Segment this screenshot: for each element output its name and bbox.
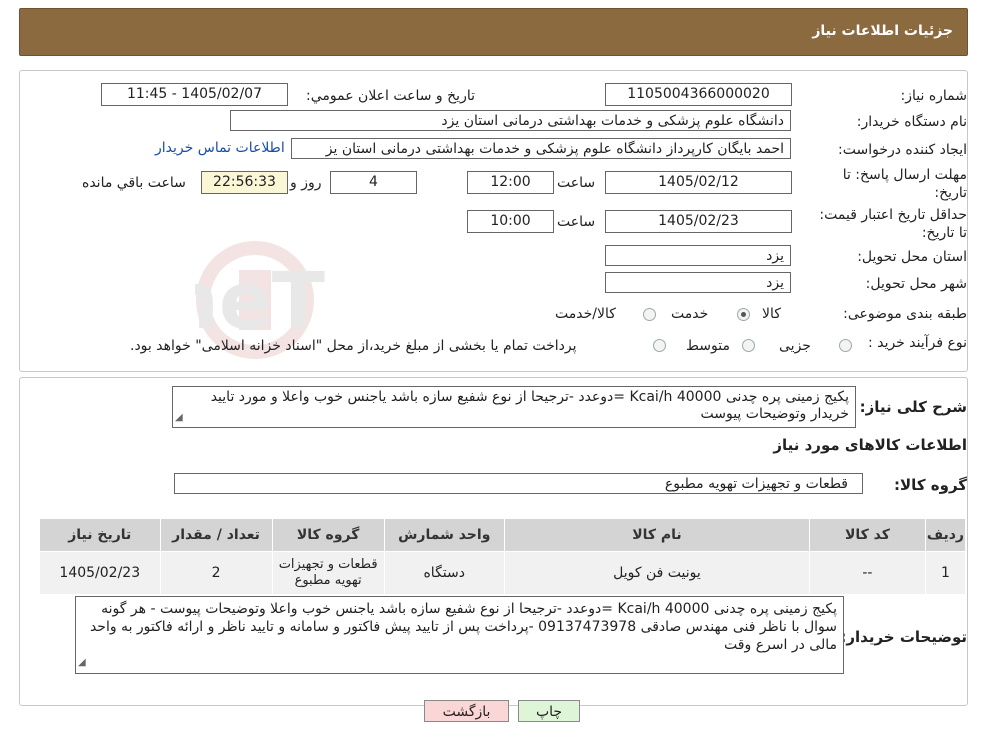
buyer-notes-label: توضيحات خريدار:: [840, 628, 967, 646]
remaining-label: ساعت باقي مانده: [82, 175, 186, 191]
days-field: 4: [330, 171, 417, 194]
category-option-service-label: خدمت: [671, 306, 709, 322]
description-textarea[interactable]: پکیج زمینی پره چدنی Kcai/h 40000 =دوعدد …: [172, 386, 856, 428]
deadline-time-field: 12:00: [467, 171, 554, 194]
resize-grip-icon[interactable]: ◢: [175, 409, 183, 426]
col-row-header: رديف: [924, 518, 967, 552]
resize-grip-icon[interactable]: ◢: [78, 654, 86, 672]
page-title: جزئیات اطلاعات نیاز: [812, 23, 953, 39]
col-group-header: گروه کالا: [271, 518, 385, 552]
goods-section-title: اطلاعات کالاهای مورد نياز: [773, 436, 967, 454]
process-note: پرداخت تمام یا بخشی از مبلغ خرید،از محل …: [130, 338, 577, 354]
col-qty-header: تعداد / مقدار: [159, 518, 273, 552]
col-code-header: کد کالا: [809, 518, 926, 552]
buyer-org-label: نام دستگاه خريدار:: [856, 114, 967, 130]
cell-qty: 2: [159, 551, 273, 595]
city-field: یزد: [605, 272, 791, 293]
validity-time-field: 10:00: [467, 210, 554, 233]
remaining-time-field: 22:56:33: [201, 171, 288, 194]
validity-label: حداقل تاريخ اعتبار قيمت: تا تاریخ:: [807, 206, 967, 242]
process-label: نوع فرآیند خرید :: [868, 335, 967, 351]
category-option-goods-radio[interactable]: [737, 308, 750, 321]
city-label: شهر محل تحويل:: [865, 276, 967, 292]
table-row: 1 -- یونیت فن کویل دستگاه قطعات و تجهیزا…: [39, 551, 967, 595]
cell-unit: دستگاه: [383, 551, 505, 595]
days-label: روز و: [290, 175, 322, 191]
announce-label: تاريخ و ساعت اعلان عمومي:: [306, 88, 475, 104]
buyer-org-field: دانشگاه علوم پزشکی و خدمات بهداشتی درمان…: [230, 110, 791, 131]
items-table: رديف کد کالا نام کالا واحد شمارش گروه کا…: [39, 518, 967, 595]
contact-info-link[interactable]: اطلاعات تماس خريدار: [155, 140, 285, 156]
announce-field: 1405/02/07 - 11:45: [101, 83, 288, 106]
col-date-header: تاريخ نياز: [39, 518, 161, 552]
need-number-field: 1105004366000020: [605, 83, 792, 106]
creator-field: احمد بایگان کارپرداز دانشگاه علوم پزشکی …: [291, 138, 791, 159]
province-label: استان محل تحويل:: [857, 249, 967, 265]
deadline-label-text: مهلت ارسال پاسخ: تا تاریخ:: [842, 167, 967, 201]
deadline-time-label: ساعت: [557, 175, 596, 191]
category-option-both-label: کالا/خدمت: [555, 306, 616, 322]
print-button[interactable]: چاپ: [518, 700, 580, 722]
category-option-service-radio[interactable]: [643, 308, 656, 321]
process-option-medium-label: متوسط: [686, 338, 730, 354]
page-header: جزئیات اطلاعات نیاز: [19, 8, 968, 56]
category-label: طبقه بندی موضوعی:: [843, 306, 967, 322]
description-text: پکیج زمینی پره چدنی Kcai/h 40000 =دوعدد …: [210, 389, 849, 422]
deadline-date-field: 1405/02/12: [605, 171, 792, 194]
category-option-goods-label: کالا: [762, 306, 781, 322]
cell-name: یونیت فن کویل: [503, 551, 811, 595]
validity-time-label: ساعت: [557, 214, 596, 230]
process-option-partial-radio[interactable]: [839, 339, 852, 352]
process-option-partial-label: جزیی: [779, 338, 811, 354]
need-number-label: شماره نیاز:: [900, 88, 968, 104]
cell-date: 1405/02/23: [39, 551, 161, 595]
cell-code: --: [809, 551, 926, 595]
buyer-notes-text: پکیج زمینی پره چدنی Kcai/h 40000 =دوعدد …: [89, 601, 837, 653]
province-field: یزد: [605, 245, 791, 266]
validity-label-text: حداقل تاريخ اعتبار قيمت: تا تاریخ:: [819, 207, 967, 241]
process-option-medium-radio[interactable]: [742, 339, 755, 352]
col-unit-header: واحد شمارش: [383, 518, 505, 552]
validity-date-field: 1405/02/23: [605, 210, 792, 233]
goods-group-field: قطعات و تجهیزات تهویه مطبوع: [174, 473, 863, 494]
cell-group: قطعات و تجهیزات تهویه مطبوع: [271, 551, 385, 595]
cell-row: 1: [924, 551, 967, 595]
col-name-header: نام کالا: [503, 518, 811, 552]
process-option-treasury-radio[interactable]: [653, 339, 666, 352]
goods-group-label: گروه کالا:: [894, 476, 967, 494]
description-label: شرح کلی نیاز:: [859, 398, 967, 416]
back-button[interactable]: بازگشت: [424, 700, 509, 722]
creator-label: ايجاد کننده درخواست:: [838, 142, 967, 158]
table-header-row: رديف کد کالا نام کالا واحد شمارش گروه کا…: [39, 518, 967, 552]
deadline-label: مهلت ارسال پاسخ: تا تاریخ:: [832, 166, 967, 202]
buyer-notes-textarea[interactable]: پکیج زمینی پره چدنی Kcai/h 40000 =دوعدد …: [75, 596, 844, 674]
